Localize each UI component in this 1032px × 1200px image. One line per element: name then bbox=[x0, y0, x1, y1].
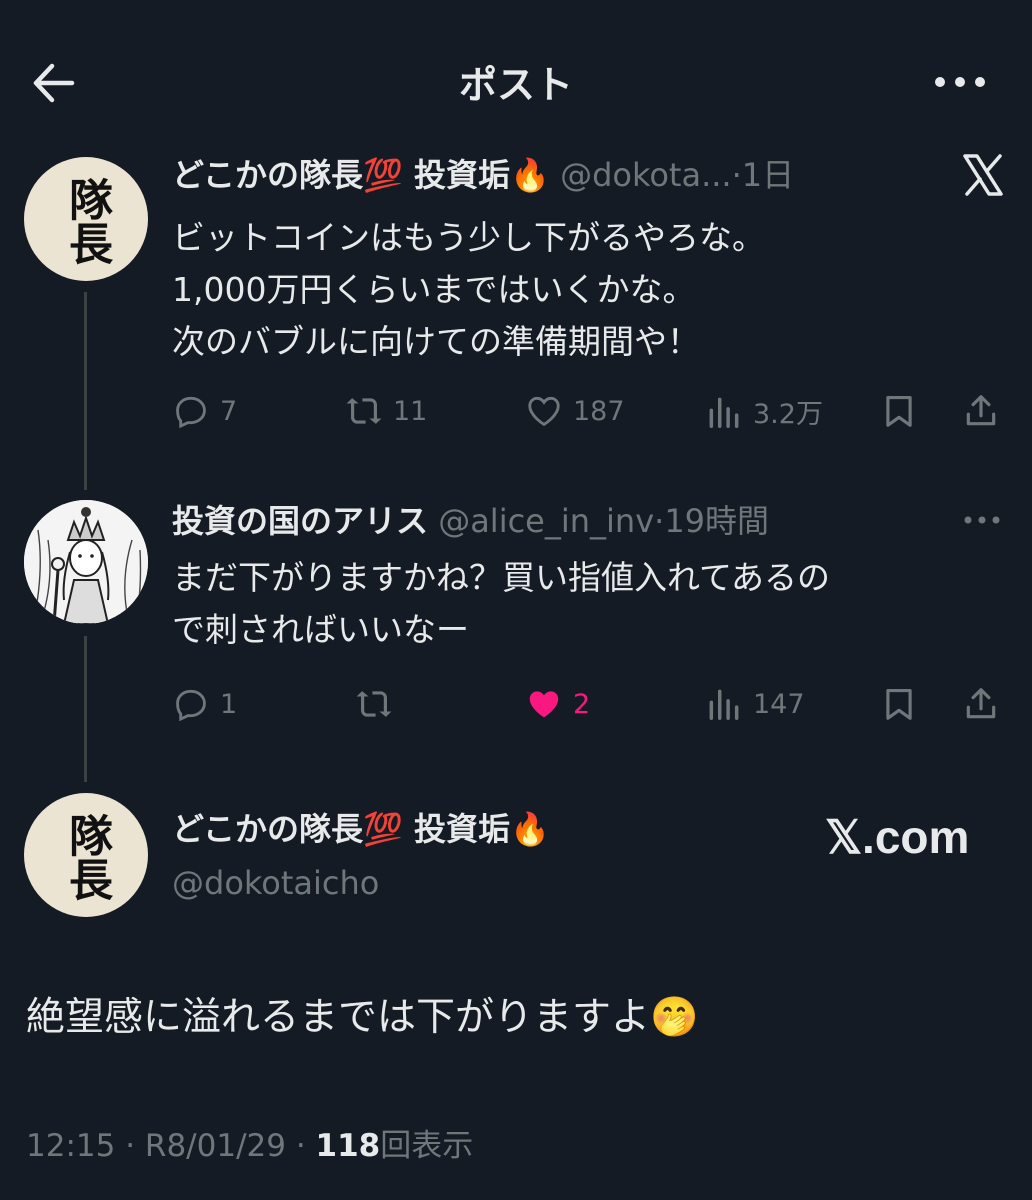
view-count: 3.2万 bbox=[753, 399, 823, 430]
timestamp[interactable]: 19時間 bbox=[664, 502, 769, 540]
avatar[interactable] bbox=[24, 500, 148, 624]
thread-connector bbox=[84, 636, 87, 782]
views-label: 回表示 bbox=[380, 1128, 474, 1164]
reply-count: 7 bbox=[220, 395, 238, 427]
reply-button[interactable]: 7 bbox=[172, 392, 237, 430]
retweet-button[interactable] bbox=[355, 685, 403, 723]
like-count: 187 bbox=[573, 395, 625, 427]
avatar[interactable]: 隊長 bbox=[24, 793, 148, 917]
retweet-icon bbox=[356, 691, 392, 717]
share-icon bbox=[966, 688, 996, 719]
timestamp[interactable]: 12:15 bbox=[26, 1128, 115, 1164]
display-name[interactable]: どこかの隊長💯 投資垢🔥 bbox=[172, 156, 550, 194]
user-handle[interactable]: @dokotaicho bbox=[172, 862, 379, 904]
tweet-header: どこかの隊長💯 投資垢🔥 @dokota...·1日 bbox=[172, 156, 795, 194]
x-com-watermark: 𝕏.com bbox=[825, 811, 970, 863]
tweet-header: 投資の国のアリス @alice_in_inv·19時間 bbox=[172, 502, 770, 540]
heart-icon bbox=[528, 396, 560, 427]
retweet-count: 11 bbox=[393, 395, 428, 427]
reply-button[interactable]: 1 bbox=[172, 685, 237, 723]
views-button[interactable]: 3.2万 bbox=[705, 392, 823, 431]
share-button[interactable] bbox=[962, 685, 1000, 723]
date: R8/01/29 bbox=[144, 1128, 286, 1164]
like-button[interactable]: 187 bbox=[525, 392, 625, 430]
tweet-text: ビットコインはもう少し下がるやろな。 1,000万円くらいまではいくかな。 次の… bbox=[172, 218, 766, 361]
user-handle[interactable]: @dokota... bbox=[560, 156, 732, 194]
tweet-text: 絶望感に溢れるまでは下がりますよ🤭 bbox=[26, 995, 699, 1040]
views-count: 118 bbox=[315, 1128, 381, 1164]
x-logo-icon bbox=[960, 152, 1006, 198]
more-horizontal-icon bbox=[935, 77, 985, 87]
retweet-button[interactable]: 11 bbox=[345, 392, 427, 430]
timestamp[interactable]: 1日 bbox=[742, 156, 794, 194]
alice-illustration bbox=[24, 500, 148, 624]
more-options-button[interactable] bbox=[960, 505, 1004, 535]
reply-icon bbox=[176, 396, 206, 429]
views-button[interactable]: 147 bbox=[705, 685, 805, 723]
heart-filled-icon bbox=[529, 691, 559, 718]
display-name[interactable]: 投資の国のアリス bbox=[172, 502, 428, 540]
tweet-meta: 12:15 · R8/01/29 · 118回表示 bbox=[26, 1128, 474, 1164]
avatar[interactable]: 隊長 bbox=[24, 157, 148, 281]
reply-icon bbox=[176, 689, 206, 722]
analytics-icon bbox=[709, 397, 739, 428]
like-count: 2 bbox=[573, 688, 591, 720]
page-title: ポスト bbox=[458, 63, 573, 107]
reply-count: 1 bbox=[220, 688, 238, 720]
retweet-icon bbox=[346, 398, 382, 424]
like-button[interactable]: 2 bbox=[525, 685, 590, 723]
user-handle[interactable]: @alice_in_inv bbox=[438, 502, 654, 540]
view-count: 147 bbox=[753, 688, 805, 720]
hand-over-mouth-emoji: 🤭 bbox=[650, 995, 699, 1040]
analytics-icon bbox=[709, 689, 739, 720]
bookmark-button[interactable] bbox=[880, 685, 918, 723]
bookmark-icon bbox=[886, 688, 912, 720]
more-options-button[interactable] bbox=[930, 62, 990, 102]
bookmark-button[interactable] bbox=[880, 392, 918, 430]
tweet-text: まだ下がりますかね？買い指値入れてあるの で刺さればいいなー bbox=[172, 558, 831, 649]
share-button[interactable] bbox=[962, 392, 1000, 430]
bookmark-icon bbox=[886, 395, 912, 427]
thread-connector bbox=[84, 292, 87, 490]
more-horizontal-icon bbox=[964, 516, 1000, 524]
display-name[interactable]: どこかの隊長💯 投資垢🔥 bbox=[172, 808, 550, 850]
share-icon bbox=[966, 395, 996, 426]
